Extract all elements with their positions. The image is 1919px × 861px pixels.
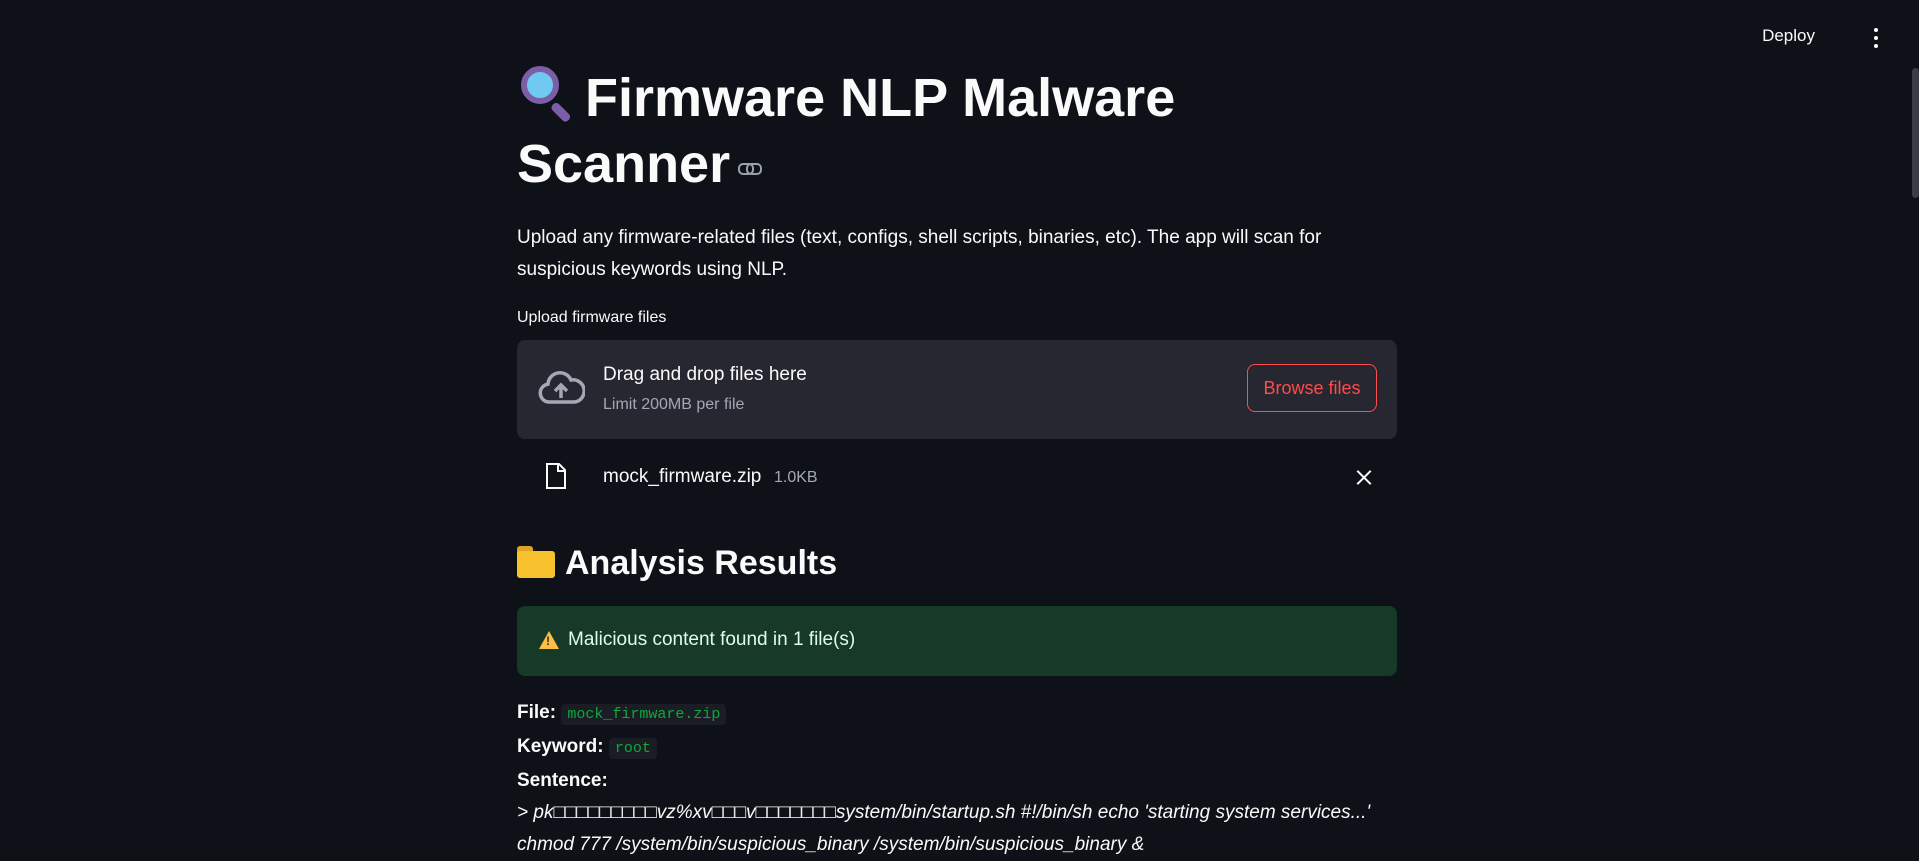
results-heading-text: Analysis Results <box>565 544 838 582</box>
uploaded-file-name: mock_firmware.zip <box>603 466 762 487</box>
sentence-line-1: > pk□□□□□□□□□vz%xv□□□v□□□□□□□system/bin/… <box>517 802 1371 823</box>
file-dropzone[interactable]: Drag and drop files here Limit 200MB per… <box>517 340 1397 439</box>
uploader-label: Upload firmware files <box>517 309 667 326</box>
sentence-line-2: chmod 777 /system/bin/suspicious_binary … <box>517 834 1145 855</box>
folder-icon <box>517 546 555 578</box>
result-details: File: mock_firmware.zip Keyword: root Se… <box>517 697 1397 861</box>
file-label: File: <box>517 702 557 723</box>
title-line-2: Scanner <box>517 134 731 194</box>
browse-files-button[interactable]: Browse files <box>1247 364 1377 412</box>
keyword-label: Keyword: <box>517 736 604 757</box>
title-line-1: Firmware NLP Malware <box>585 68 1176 128</box>
cloud-upload-icon <box>538 371 585 404</box>
dropzone-limit: Limit 200MB per file <box>603 396 745 413</box>
sentence-label: Sentence: <box>517 770 608 791</box>
deploy-button[interactable]: Deploy <box>1762 26 1815 46</box>
warning-alert: Malicious content found in 1 file(s) <box>517 606 1397 676</box>
file-value: mock_firmware.zip <box>561 704 727 725</box>
magnifying-glass-icon <box>517 64 575 124</box>
scrollbar[interactable] <box>1912 68 1919 198</box>
more-vertical-icon[interactable] <box>1871 28 1881 48</box>
dropzone-title: Drag and drop files here <box>603 364 807 385</box>
page-title: Firmware NLP Malware Scanner <box>517 64 1237 197</box>
file-icon <box>546 463 566 489</box>
result-file-line: File: mock_firmware.zip <box>517 697 1397 731</box>
keyword-value: root <box>608 738 657 759</box>
uploaded-file-size: 1.0KB <box>774 469 818 486</box>
alert-text: Malicious content found in 1 file(s) <box>568 629 856 650</box>
link-icon[interactable] <box>738 162 763 175</box>
intro-text: Upload any firmware-related files (text,… <box>517 227 1322 280</box>
results-heading: Analysis Results <box>517 540 837 586</box>
close-icon[interactable] <box>1353 466 1375 488</box>
uploaded-file-row: mock_firmware.zip 1.0KB <box>517 456 1397 500</box>
warning-icon <box>539 631 559 649</box>
result-keyword-line: Keyword: root <box>517 731 1397 765</box>
